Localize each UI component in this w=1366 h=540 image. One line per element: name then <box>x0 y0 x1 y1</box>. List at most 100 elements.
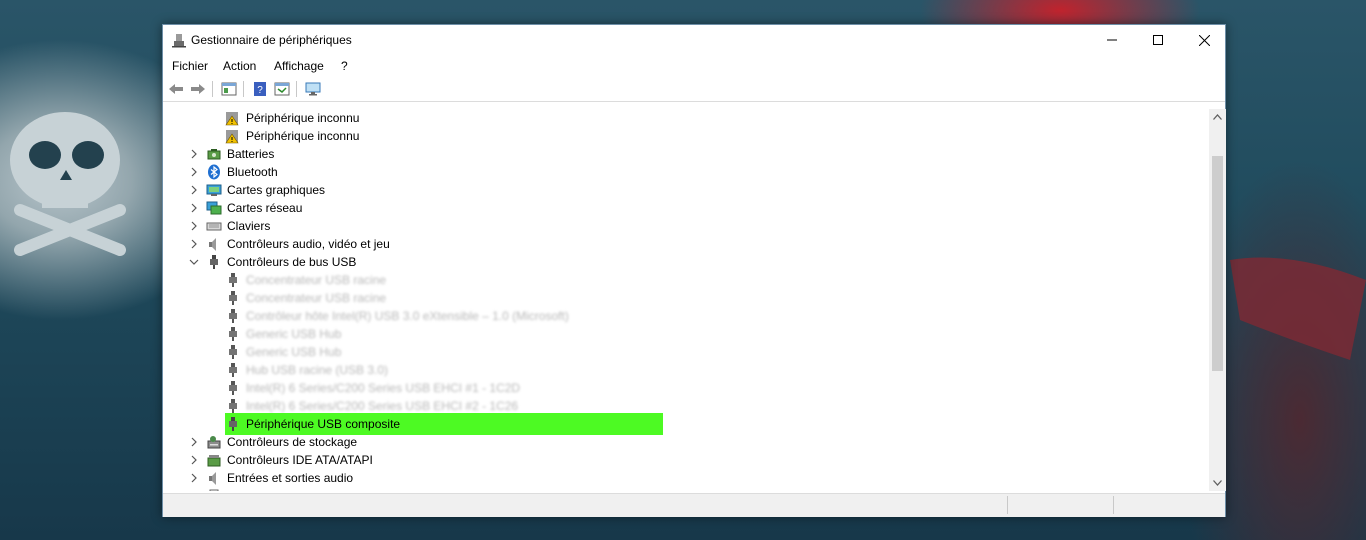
help-button[interactable]: ? <box>251 80 269 98</box>
tree-item-selected[interactable]: Périphérique USB composite <box>163 413 1203 435</box>
tree-item[interactable]: Concentrateur USB racine <box>163 271 1203 289</box>
chevron-right-icon[interactable] <box>189 221 199 231</box>
chevron-right-icon[interactable] <box>189 473 199 483</box>
speaker-icon <box>209 472 216 485</box>
chevron-right-icon[interactable] <box>189 455 199 465</box>
tree-item[interactable]: Concentrateur USB racine <box>163 289 1203 307</box>
maximize-icon <box>1153 35 1163 45</box>
update-driver-button[interactable] <box>273 80 291 98</box>
desktop-wallpaper-cloth <box>1230 257 1366 360</box>
scroll-down-icon[interactable] <box>1213 480 1222 486</box>
usb-icon <box>229 309 237 323</box>
warning-device-icon <box>225 112 239 126</box>
tree-item-label: Files d'attente d'impression <box>227 489 372 491</box>
close-button[interactable] <box>1181 25 1227 55</box>
close-icon <box>1198 34 1210 46</box>
bluetooth-icon <box>208 164 220 180</box>
back-icon <box>169 84 183 94</box>
properties-button[interactable] <box>220 80 238 98</box>
maximize-button[interactable] <box>1135 25 1181 55</box>
tree-category[interactable]: Files d'attente d'impression <box>163 487 1203 491</box>
menu-affichage[interactable]: Affichage <box>274 59 324 73</box>
storage-icon <box>207 436 221 449</box>
tree-item-label: Concentrateur USB racine <box>246 273 387 287</box>
tree-item-label: Contrôleurs de stockage <box>227 435 358 449</box>
tree-item-label: Bluetooth <box>227 165 278 179</box>
forward-button[interactable] <box>189 80 207 98</box>
warning-device-icon <box>225 130 239 144</box>
tree-item-label: Claviers <box>227 219 271 233</box>
menu-fichier[interactable]: Fichier <box>172 59 208 73</box>
window-title: Gestionnaire de périphériques <box>191 33 352 47</box>
svg-text:?: ? <box>257 85 263 96</box>
tree-category[interactable]: Cartes réseau <box>163 199 1203 217</box>
tree-item[interactable]: Generic USB Hub <box>163 343 1203 361</box>
menu-help[interactable]: ? <box>341 59 348 73</box>
status-bar <box>163 493 1225 517</box>
toolbar-separator <box>212 81 213 97</box>
tree-item-label: Périphérique inconnu <box>246 111 360 125</box>
properties-icon <box>221 82 237 96</box>
minimize-button[interactable] <box>1089 25 1135 55</box>
chevron-right-icon[interactable] <box>189 185 199 195</box>
scrollbar-thumb[interactable] <box>1212 156 1223 371</box>
tree-item[interactable]: Périphérique inconnu <box>163 109 1203 127</box>
minimize-icon <box>1107 39 1117 41</box>
tree-item-label: Hub USB racine (USB 3.0) <box>246 363 389 377</box>
title-bar[interactable]: Gestionnaire de périphériques <box>163 25 1225 55</box>
tree-category[interactable]: Contrôleurs de stockage <box>163 433 1203 451</box>
tree-category[interactable]: Contrôleurs de bus USB <box>163 253 1203 271</box>
tree-item-label: Cartes réseau <box>227 201 303 215</box>
chevron-right-icon[interactable] <box>189 437 199 447</box>
tree-category[interactable]: Contrôleurs IDE ATA/ATAPI <box>163 451 1203 469</box>
scan-hardware-button[interactable] <box>304 80 322 98</box>
tree-item[interactable]: Intel(R) 6 Series/C200 Series USB EHCI #… <box>163 379 1203 397</box>
usb-icon <box>229 291 237 305</box>
status-divider <box>1007 496 1008 514</box>
printer-icon <box>209 489 219 491</box>
tree-item-label: Entrées et sorties audio <box>227 471 354 485</box>
tree-category[interactable]: Bluetooth <box>163 163 1203 181</box>
tree-item[interactable]: Generic USB Hub <box>163 325 1203 343</box>
tree-item-label: Contrôleurs audio, vidéo et jeu <box>227 237 390 251</box>
tree-item-label: Batteries <box>227 147 275 161</box>
menu-bar: Fichier Action Affichage ? <box>163 55 1225 75</box>
tree-item-label: Cartes graphiques <box>227 183 326 197</box>
tree-category[interactable]: Cartes graphiques <box>163 181 1203 199</box>
tree-category[interactable]: Contrôleurs audio, vidéo et jeu <box>163 235 1203 253</box>
tree-item-label: Generic USB Hub <box>246 345 342 359</box>
chevron-right-icon[interactable] <box>189 203 199 213</box>
device-manager-window: Gestionnaire de périphériques Fichier Ac… <box>162 24 1226 517</box>
tree-category[interactable]: Batteries <box>163 145 1203 163</box>
tree-item[interactable]: Périphérique inconnu <box>163 127 1203 145</box>
scroll-up-icon[interactable] <box>1213 114 1222 120</box>
forward-icon <box>191 84 205 94</box>
tree-item-label: Périphérique inconnu <box>246 129 360 143</box>
chevron-right-icon[interactable] <box>189 167 199 177</box>
tree-category[interactable]: Claviers <box>163 217 1203 235</box>
tree-item-label: Concentrateur USB racine <box>246 291 387 305</box>
help-icon: ? <box>254 82 266 96</box>
tree-item[interactable]: Contrôleur hôte Intel(R) USB 3.0 eXtensi… <box>163 307 1203 325</box>
tree-item-label: Intel(R) 6 Series/C200 Series USB EHCI #… <box>246 381 521 395</box>
scan-hardware-icon <box>305 82 321 96</box>
tree-item[interactable]: Hub USB racine (USB 3.0) <box>163 361 1203 379</box>
chevron-right-icon[interactable] <box>189 239 199 249</box>
ide-controller-icon <box>207 455 221 467</box>
toolbar: ? <box>163 77 1225 102</box>
speaker-icon <box>209 238 216 251</box>
tree-item-label: Périphérique USB composite <box>246 417 401 431</box>
chevron-right-icon[interactable] <box>189 149 199 159</box>
keyboard-icon <box>206 222 222 231</box>
back-button[interactable] <box>167 80 185 98</box>
menu-action[interactable]: Action <box>223 59 256 73</box>
network-adapter-icon <box>206 201 222 215</box>
chevron-down-icon[interactable] <box>189 257 199 267</box>
device-tree[interactable]: Périphérique inconnu Périphérique inconnu… <box>163 109 1209 491</box>
battery-icon <box>207 149 221 160</box>
tree-item-label: Contrôleurs de bus USB <box>227 255 357 269</box>
usb-icon <box>229 399 237 413</box>
tree-category[interactable]: Entrées et sorties audio <box>163 469 1203 487</box>
toolbar-separator <box>296 81 297 97</box>
usb-icon <box>229 327 237 341</box>
